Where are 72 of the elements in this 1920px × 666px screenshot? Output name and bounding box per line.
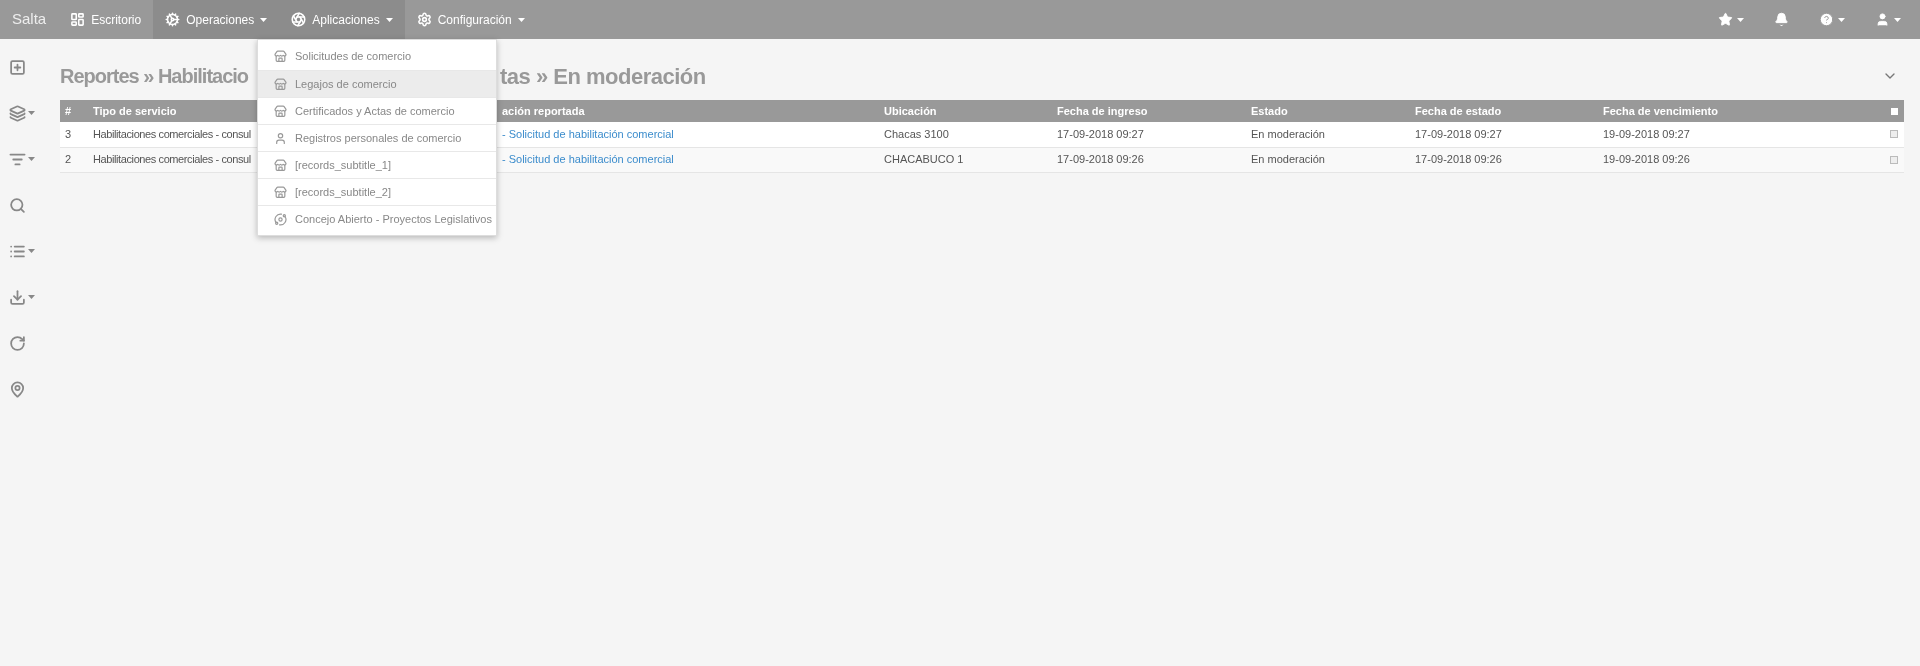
column-header[interactable]: Estado bbox=[1251, 104, 1288, 117]
refresh-icon bbox=[9, 334, 26, 352]
menu-item[interactable]: Certificados y Actas de comercio bbox=[258, 97, 496, 124]
table-cell: En moderación bbox=[1251, 153, 1325, 166]
menu-item[interactable]: Solicitudes de comercio bbox=[258, 43, 496, 70]
download-icon bbox=[9, 288, 26, 306]
nav-menu[interactable]: Escritorio bbox=[58, 0, 154, 39]
table-cell: 19-09-2018 09:26 bbox=[1603, 153, 1690, 166]
page-title: Reportes » Habilitacio bbox=[60, 65, 249, 87]
caret-icon bbox=[28, 295, 35, 299]
caret-icon bbox=[260, 17, 268, 22]
menu-item[interactable]: Legajos de comercio bbox=[258, 70, 496, 97]
table-cell: Habilitaciones comerciales - consul bbox=[93, 153, 251, 166]
nav-menu[interactable]: Aplicaciones bbox=[279, 0, 405, 39]
nav-menu[interactable]: Configuración bbox=[404, 0, 537, 39]
menu-item[interactable]: Concejo Abierto - Proyectos Legislativos bbox=[258, 205, 496, 232]
column-header[interactable]: # bbox=[65, 104, 72, 117]
map-pin-icon bbox=[9, 380, 26, 398]
table-cell: 17-09-2018 09:27 bbox=[1415, 128, 1502, 140]
help-icon bbox=[1819, 12, 1834, 27]
page-title: tas » En moderación bbox=[500, 62, 706, 91]
row-checkbox[interactable] bbox=[1890, 155, 1898, 164]
table-cell: 3 bbox=[65, 128, 72, 140]
table-cell: 17-09-2018 09:27 bbox=[1057, 128, 1144, 140]
table-cell: 17-09-2018 09:26 bbox=[1415, 153, 1502, 166]
search-icon bbox=[9, 196, 26, 214]
cog-icon bbox=[165, 12, 181, 27]
report-link[interactable]: - Solicitud de habilitación comercial bbox=[502, 153, 674, 166]
column-header[interactable]: Fecha de vencimiento bbox=[1603, 104, 1718, 117]
table-cell: 17-09-2018 09:26 bbox=[1057, 153, 1144, 166]
add-icon bbox=[9, 58, 26, 76]
caret-icon bbox=[28, 249, 35, 253]
menu-item[interactable]: [records_subtitle_2] bbox=[258, 178, 496, 205]
caret-icon bbox=[1737, 17, 1744, 22]
store-icon bbox=[274, 185, 287, 199]
caret-icon bbox=[28, 157, 35, 161]
person-icon bbox=[274, 131, 287, 145]
select-all-checkbox[interactable] bbox=[1891, 107, 1898, 115]
column-header[interactable]: Ubicación bbox=[884, 104, 937, 117]
table-cell: 19-09-2018 09:27 bbox=[1603, 128, 1690, 140]
star-icon bbox=[1718, 12, 1733, 27]
aperture-icon bbox=[291, 12, 307, 27]
report-link[interactable]: - Solicitud de habilitación comercial bbox=[502, 128, 674, 140]
settings-icon bbox=[416, 12, 432, 27]
table-cell: CHACABUCO 1 bbox=[884, 153, 964, 166]
caret-icon bbox=[28, 111, 35, 115]
menu-item[interactable]: [records_subtitle_1] bbox=[258, 151, 496, 178]
caret-icon bbox=[1894, 17, 1901, 22]
bell-icon bbox=[1774, 12, 1789, 27]
table-cell: En moderación bbox=[1251, 128, 1325, 140]
column-header[interactable]: Fecha de estado bbox=[1415, 104, 1502, 117]
column-header[interactable]: Tipo de servicio bbox=[93, 104, 177, 117]
column-header[interactable]: Fecha de ingreso bbox=[1057, 104, 1148, 117]
caret-icon bbox=[1838, 17, 1845, 22]
store-icon bbox=[274, 104, 287, 118]
store-icon bbox=[274, 50, 287, 63]
table-cell: 2 bbox=[65, 153, 72, 166]
column-header[interactable]: ación reportada bbox=[502, 104, 585, 117]
layers-icon bbox=[9, 104, 26, 122]
caret-icon bbox=[517, 17, 525, 22]
table-cell: Habilitaciones comerciales - consul bbox=[93, 128, 251, 140]
store-icon bbox=[274, 158, 287, 172]
nav-menu[interactable]: Operaciones bbox=[153, 0, 280, 39]
dashboard-icon bbox=[70, 12, 86, 27]
brand-name[interactable]: Salta bbox=[0, 0, 59, 39]
caret-icon bbox=[385, 17, 393, 22]
menu-item[interactable]: Registros personales de comercio bbox=[258, 124, 496, 151]
store-icon bbox=[274, 77, 287, 91]
row-checkbox[interactable] bbox=[1890, 130, 1898, 139]
orbit-icon bbox=[274, 212, 287, 226]
table-cell: Chacas 3100 bbox=[884, 128, 949, 140]
user-icon bbox=[1875, 12, 1890, 27]
